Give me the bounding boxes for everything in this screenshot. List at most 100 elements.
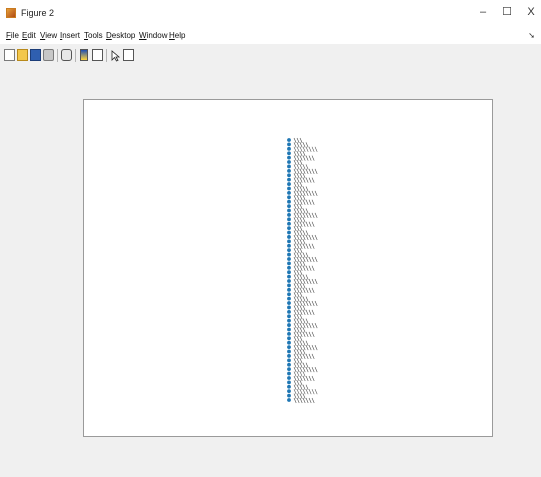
scatter-point bbox=[287, 142, 291, 147]
link-plot-icon[interactable] bbox=[61, 49, 72, 61]
menu-overflow-arrow-icon[interactable]: ➘ bbox=[528, 31, 535, 40]
title-bar[interactable]: Figure 2 – ☐ X bbox=[0, 0, 541, 28]
point-label bbox=[293, 314, 303, 320]
point-label bbox=[293, 371, 306, 377]
point-label bbox=[293, 389, 318, 395]
point-label bbox=[293, 239, 306, 245]
plot-axes[interactable] bbox=[83, 99, 493, 437]
point-label bbox=[293, 177, 315, 183]
point-label bbox=[293, 292, 303, 298]
point-label bbox=[293, 358, 303, 364]
scatter-point bbox=[287, 354, 291, 358]
menu-window[interactable]: Window bbox=[139, 31, 167, 41]
scatter-point bbox=[287, 243, 291, 248]
point-label bbox=[293, 336, 303, 342]
menu-desktop[interactable]: Desktop bbox=[106, 31, 135, 41]
point-label bbox=[293, 155, 315, 161]
scatter-point bbox=[287, 265, 291, 270]
point-label bbox=[293, 380, 303, 386]
save-icon[interactable] bbox=[30, 49, 41, 61]
scatter-point bbox=[287, 239, 291, 244]
scatter-point bbox=[287, 389, 291, 394]
menu-file[interactable]: File bbox=[6, 31, 19, 41]
scatter-point bbox=[287, 292, 291, 297]
scatter-point bbox=[287, 151, 291, 156]
scatter-point bbox=[287, 195, 291, 200]
maximize-button[interactable]: ☐ bbox=[498, 6, 516, 18]
point-label bbox=[293, 248, 303, 254]
scatter-plot bbox=[287, 137, 318, 404]
scatter-point bbox=[287, 274, 291, 279]
figure-toolbar bbox=[0, 44, 541, 69]
menu-bar: File Edit View Insert Tools Desktop Wind… bbox=[0, 28, 541, 44]
scatter-point bbox=[287, 173, 291, 178]
scatter-point bbox=[287, 362, 291, 367]
scatter-point bbox=[287, 327, 291, 332]
menu-tools[interactable]: Tools bbox=[84, 31, 103, 41]
scatter-point bbox=[287, 309, 291, 314]
scatter-point bbox=[287, 270, 291, 275]
print-icon[interactable] bbox=[43, 49, 54, 61]
close-button[interactable]: X bbox=[522, 6, 540, 18]
scatter-point bbox=[287, 252, 291, 257]
figure-window: Figure 2 – ☐ X File Edit View Insert Too… bbox=[0, 0, 541, 477]
new-figure-icon[interactable] bbox=[4, 49, 15, 61]
point-label bbox=[293, 221, 315, 227]
scatter-point bbox=[287, 358, 291, 363]
point-label bbox=[293, 208, 309, 214]
point-label bbox=[293, 344, 318, 351]
point-label bbox=[293, 217, 306, 223]
scatter-point bbox=[287, 331, 291, 336]
point-label bbox=[293, 309, 315, 315]
scatter-point bbox=[287, 384, 291, 389]
point-label bbox=[293, 261, 306, 267]
point-label bbox=[293, 283, 306, 289]
property-inspector-icon[interactable] bbox=[123, 49, 134, 61]
scatter-point bbox=[287, 345, 291, 350]
menu-edit[interactable]: Edit bbox=[22, 31, 36, 41]
insert-colorbar-icon[interactable] bbox=[80, 49, 88, 61]
scatter-point bbox=[287, 349, 291, 354]
toolbar-separator bbox=[57, 49, 58, 62]
scatter-point bbox=[287, 177, 291, 182]
scatter-point bbox=[287, 155, 291, 160]
scatter-point bbox=[287, 398, 291, 402]
scatter-point bbox=[287, 164, 291, 169]
insert-legend-icon[interactable] bbox=[92, 49, 103, 61]
point-label bbox=[293, 164, 309, 170]
open-file-icon[interactable] bbox=[17, 49, 28, 61]
point-label bbox=[293, 384, 309, 390]
point-label bbox=[293, 300, 318, 307]
scatter-point bbox=[287, 160, 291, 164]
point-label bbox=[293, 212, 318, 219]
scatter-point bbox=[287, 376, 291, 380]
menu-view[interactable]: View bbox=[40, 31, 57, 41]
point-label bbox=[293, 195, 306, 201]
scatter-point bbox=[287, 336, 291, 341]
scatter-point bbox=[287, 182, 291, 186]
menu-help[interactable]: Help bbox=[169, 31, 185, 41]
minimize-button[interactable]: – bbox=[474, 6, 492, 18]
point-label bbox=[293, 322, 318, 329]
scatter-point bbox=[287, 146, 291, 151]
menu-insert[interactable]: Insert bbox=[60, 31, 80, 41]
toolbar-separator bbox=[106, 49, 107, 62]
point-label bbox=[293, 137, 303, 144]
scatter-point bbox=[287, 226, 291, 231]
scatter-point bbox=[287, 186, 291, 191]
scatter-point bbox=[287, 213, 291, 217]
select-arrow-icon[interactable] bbox=[110, 49, 121, 62]
scatter-point bbox=[287, 305, 291, 310]
scatter-point bbox=[287, 190, 291, 195]
point-label bbox=[293, 190, 318, 197]
scatter-point bbox=[287, 221, 291, 226]
scatter-point bbox=[287, 217, 291, 222]
point-label bbox=[293, 142, 309, 148]
point-label bbox=[293, 252, 309, 258]
point-label bbox=[293, 226, 303, 232]
scatter-point bbox=[287, 168, 291, 173]
scatter-point bbox=[287, 287, 291, 292]
point-label bbox=[293, 230, 309, 236]
scatter-point bbox=[287, 248, 291, 253]
point-label bbox=[293, 159, 303, 166]
